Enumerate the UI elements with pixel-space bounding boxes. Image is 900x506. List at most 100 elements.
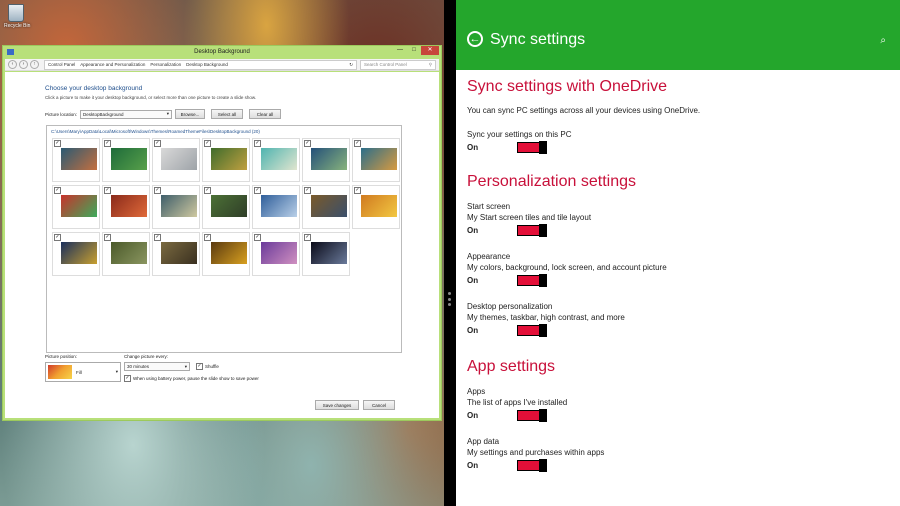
split-divider[interactable] <box>444 0 456 506</box>
recycle-bin[interactable]: Recycle Bin <box>4 4 30 29</box>
thumbnail-checkbox[interactable]: ✓ <box>54 187 61 194</box>
wallpaper-thumbnail[interactable]: ✓ <box>152 185 200 229</box>
toggle-start-screen[interactable]: On <box>467 224 887 237</box>
wallpaper-image <box>111 242 147 264</box>
picture-location-select[interactable]: DesktopBackground ▾ <box>80 109 173 119</box>
thumbnail-checkbox[interactable]: ✓ <box>104 187 111 194</box>
wallpaper-thumbnail[interactable]: ✓ <box>102 232 150 276</box>
thumbnail-checkbox[interactable]: ✓ <box>304 234 311 241</box>
drag-handle-icon[interactable] <box>448 292 451 306</box>
wallpaper-thumbnail[interactable]: ✓ <box>202 232 250 276</box>
breadcrumb-item[interactable]: Appearance and Personalization <box>80 62 145 67</box>
thumbnail-checkbox[interactable]: ✓ <box>104 140 111 147</box>
toggle-switch[interactable] <box>517 459 547 472</box>
breadcrumb[interactable]: Control Panel Appearance and Personaliza… <box>44 59 357 70</box>
toggle-state: On <box>467 226 479 235</box>
thumbnail-checkbox[interactable]: ✓ <box>354 140 361 147</box>
window-content: Choose your desktop background Click a p… <box>5 72 439 418</box>
toggle-sync-settings[interactable]: On <box>467 141 887 154</box>
wallpaper-thumbnail[interactable]: ✓ <box>302 138 350 182</box>
clear-all-button[interactable]: Clear all <box>249 109 282 119</box>
thumbnail-checkbox[interactable]: ✓ <box>304 140 311 147</box>
thumbnail-checkbox[interactable]: ✓ <box>54 234 61 241</box>
thumbnail-checkbox[interactable]: ✓ <box>254 140 261 147</box>
battery-checkbox[interactable]: ✓ When using battery power, pause the sl… <box>124 375 259 382</box>
thumbnail-checkbox[interactable]: ✓ <box>204 140 211 147</box>
save-changes-button[interactable]: Save changes <box>315 400 359 410</box>
wallpaper-thumbnail[interactable]: ✓ <box>352 185 400 229</box>
wallpaper-thumbnail[interactable]: ✓ <box>102 138 150 182</box>
picture-grid: C:\Users\Mary\AppData\Local\Microsoft\Wi… <box>46 125 402 353</box>
toggle-appearance[interactable]: On <box>467 274 887 287</box>
toggle-desktop-personalization[interactable]: On <box>467 324 887 337</box>
window-titlebar[interactable]: Desktop Background — □ ✕ <box>3 46 441 59</box>
thumbnail-list: ✓ ✓ ✓ ✓ ✓ ✓ ✓ ✓ ✓ ✓ ✓ ✓ ✓ ✓ ✓ ✓ ✓ ✓ ✓ ✓ <box>52 138 400 276</box>
thumbnail-checkbox[interactable]: ✓ <box>204 187 211 194</box>
toggle-switch[interactable] <box>517 141 547 154</box>
wallpaper-thumbnail[interactable]: ✓ <box>52 138 100 182</box>
thumbnail-checkbox[interactable]: ✓ <box>104 234 111 241</box>
recycle-bin-icon <box>8 4 24 22</box>
wallpaper-thumbnail[interactable]: ✓ <box>202 185 250 229</box>
toggle-switch[interactable] <box>517 324 547 337</box>
setting-app-data: App data My settings and purchases withi… <box>467 436 887 472</box>
thumbnail-checkbox[interactable]: ✓ <box>254 234 261 241</box>
toggle-state: On <box>467 411 479 420</box>
toggle-switch[interactable] <box>517 224 547 237</box>
wallpaper-thumbnail[interactable]: ✓ <box>52 185 100 229</box>
thumbnail-checkbox[interactable]: ✓ <box>254 187 261 194</box>
wallpaper-thumbnail[interactable]: ✓ <box>252 232 300 276</box>
breadcrumb-item[interactable]: Control Panel <box>48 62 75 67</box>
wallpaper-thumbnail[interactable]: ✓ <box>102 185 150 229</box>
wallpaper-thumbnail[interactable]: ✓ <box>352 138 400 182</box>
wallpaper-thumbnail[interactable]: ✓ <box>302 185 350 229</box>
wallpaper-thumbnail[interactable]: ✓ <box>202 138 250 182</box>
wallpaper-thumbnail[interactable]: ✓ <box>52 232 100 276</box>
toggle-switch[interactable] <box>517 409 547 422</box>
toggle-apps[interactable]: On <box>467 409 887 422</box>
search-icon[interactable]: ⌕ <box>880 35 886 46</box>
forward-button[interactable]: › <box>19 60 28 69</box>
thumbnail-checkbox[interactable]: ✓ <box>154 140 161 147</box>
back-button[interactable]: ‹ <box>8 60 17 69</box>
wallpaper-image <box>61 242 97 264</box>
wallpaper-image <box>311 195 347 217</box>
thumbnail-checkbox[interactable]: ✓ <box>354 187 361 194</box>
setting-detail: My settings and purchases within apps <box>467 448 605 457</box>
maximize-button[interactable]: □ <box>407 46 421 55</box>
refresh-icon[interactable]: ↻ <box>349 62 353 68</box>
minimize-button[interactable]: — <box>393 46 407 55</box>
close-button[interactable]: ✕ <box>421 46 439 55</box>
change-every-select[interactable]: 30 minutes ▾ <box>124 362 190 371</box>
settings-header: ← Sync settings ⌕ <box>456 0 900 70</box>
thumbnail-checkbox[interactable]: ✓ <box>154 187 161 194</box>
breadcrumb-item[interactable]: Personalization <box>150 62 181 67</box>
shuffle-checkbox[interactable]: ✓ Shuffle <box>196 363 219 370</box>
picture-position-select[interactable]: Fill ▾ <box>45 362 121 382</box>
setting-detail: My themes, taskbar, high contrast, and m… <box>467 313 625 322</box>
browse-button[interactable]: Browse... <box>175 109 206 119</box>
toggle-app-data[interactable]: On <box>467 459 887 472</box>
wallpaper-thumbnail[interactable]: ✓ <box>252 138 300 182</box>
desktop: Recycle Bin Desktop Background — □ ✕ ‹ ›… <box>0 0 444 506</box>
up-button[interactable]: ↑ <box>30 60 39 69</box>
breadcrumb-item[interactable]: Desktop Background <box>186 62 228 67</box>
select-all-button[interactable]: Select all <box>211 109 244 119</box>
wallpaper-thumbnail[interactable]: ✓ <box>152 232 200 276</box>
thumbnail-checkbox[interactable]: ✓ <box>304 187 311 194</box>
wallpaper-thumbnail[interactable]: ✓ <box>252 185 300 229</box>
folder-path[interactable]: C:\Users\Mary\AppData\Local\Microsoft\Wi… <box>47 126 401 137</box>
wallpaper-image <box>261 148 297 170</box>
thumbnail-checkbox[interactable]: ✓ <box>204 234 211 241</box>
back-arrow-icon[interactable]: ← <box>467 31 483 47</box>
wallpaper-image <box>161 195 197 217</box>
toggle-switch[interactable] <box>517 274 547 287</box>
cancel-button[interactable]: Cancel <box>363 400 395 410</box>
thumbnail-checkbox[interactable]: ✓ <box>154 234 161 241</box>
wallpaper-thumbnail[interactable]: ✓ <box>152 138 200 182</box>
toggle-state: On <box>467 461 479 470</box>
wallpaper-thumbnail[interactable]: ✓ <box>302 232 350 276</box>
search-input[interactable]: Search Control Panel ⚲ <box>360 59 436 70</box>
wallpaper-image <box>161 148 197 170</box>
thumbnail-checkbox[interactable]: ✓ <box>54 140 61 147</box>
